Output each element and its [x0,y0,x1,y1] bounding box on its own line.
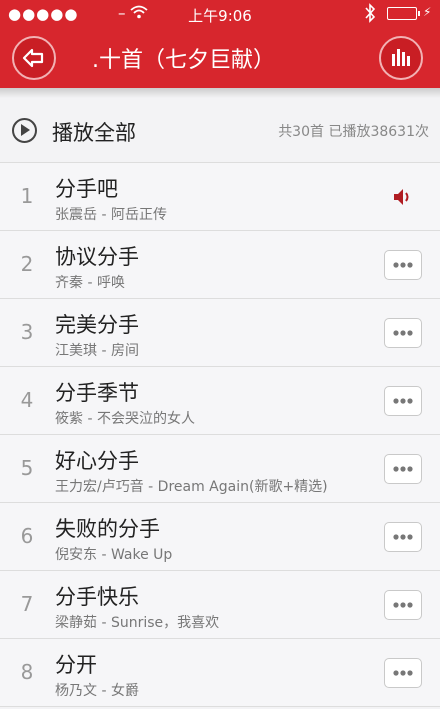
more-options-button[interactable] [384,454,422,484]
more-options-button[interactable] [384,522,422,552]
track-title: 完美分手 [55,313,139,337]
track-title: 好心分手 [55,449,139,473]
track-title: 失败的分手 [55,517,160,541]
track-title: 分手快乐 [55,585,139,609]
bluetooth-icon [364,3,376,27]
battery-icon [387,7,420,20]
track-artist-album: 张震岳 - 阿岳正传 [55,207,167,223]
track-row[interactable]: 5 好心分手王力宏/卢巧音 - Dream Again(新歌+精选) [0,435,440,503]
track-artist-album: 王力宏/卢巧音 - Dream Again(新歌+精选) [55,479,328,495]
ellipsis-icon [385,670,421,691]
track-artist-album: 齐秦 - 呼唤 [55,275,125,291]
ellipsis-icon [385,262,421,283]
track-artist-album: 梁静茹 - Sunrise，我喜欢 [55,615,220,631]
track-row[interactable]: 1 分手吧张震岳 - 阿岳正传 [0,163,440,231]
more-options-button[interactable] [384,658,422,688]
track-row[interactable]: 2 协议分手齐秦 - 呼唤 [0,231,440,299]
play-circle-icon [12,118,37,143]
track-title: 协议分手 [55,245,139,269]
equalizer-icon [381,49,421,82]
more-options-button[interactable] [384,590,422,620]
track-title: 分手吧 [55,177,118,201]
track-title: 分开 [55,653,97,677]
header-shadow [0,88,440,98]
track-number: 3 [20,320,34,344]
more-options-button[interactable] [384,386,422,416]
track-row[interactable]: 6 失败的分手倪安东 - Wake Up [0,503,440,571]
back-button[interactable] [12,36,56,80]
ellipsis-icon [385,534,421,555]
playlist-title: .十首（七夕巨献） [92,48,275,73]
track-artist-album: 江美琪 - 房间 [55,343,139,359]
track-list: 1 分手吧张震岳 - 阿岳正传 2 协议分手齐秦 - 呼唤 3 完美分手江美琪 - 房间 4… [0,163,440,707]
status-bar: ●●●●● – – 上午9:06 ⚡ [0,0,440,28]
back-arrow-icon [14,48,54,82]
nav-bar: .十首（七夕巨献） [0,28,440,88]
track-artist-album: 杨乃文 - 女爵 [55,683,139,699]
more-options-button[interactable] [384,250,422,280]
play-all-label: 播放全部 [52,121,136,145]
ellipsis-icon [385,602,421,623]
track-row[interactable]: 7 分手快乐梁静茹 - Sunrise，我喜欢 [0,571,440,639]
track-row[interactable]: 4 分手季节筱紫 - 不会哭泣的女人 [0,367,440,435]
track-row[interactable]: 3 完美分手江美琪 - 房间 [0,299,440,367]
playlist-stats: 共30首 已播放38631次 [278,124,429,140]
track-number: 6 [20,524,34,548]
track-artist-album: 倪安东 - Wake Up [55,547,173,563]
ellipsis-icon [385,330,421,351]
track-number: 4 [20,388,34,412]
track-number: 1 [20,184,34,208]
track-number: 2 [20,252,34,276]
track-row[interactable]: 8 分开杨乃文 - 女爵 [0,639,440,707]
track-number: 7 [20,592,34,616]
ellipsis-icon [385,398,421,419]
ellipsis-icon [385,466,421,487]
charging-icon: ⚡ [423,5,432,19]
track-number: 8 [20,660,34,684]
track-title: 分手季节 [55,381,139,405]
track-number: 5 [20,456,34,480]
now-playing-button[interactable] [379,36,423,80]
track-artist-album: 筱紫 - 不会哭泣的女人 [55,411,195,427]
play-all-row[interactable]: 播放全部 共30首 已播放38631次 [0,98,440,163]
speaker-playing-icon [392,187,414,211]
more-options-button[interactable] [384,318,422,348]
